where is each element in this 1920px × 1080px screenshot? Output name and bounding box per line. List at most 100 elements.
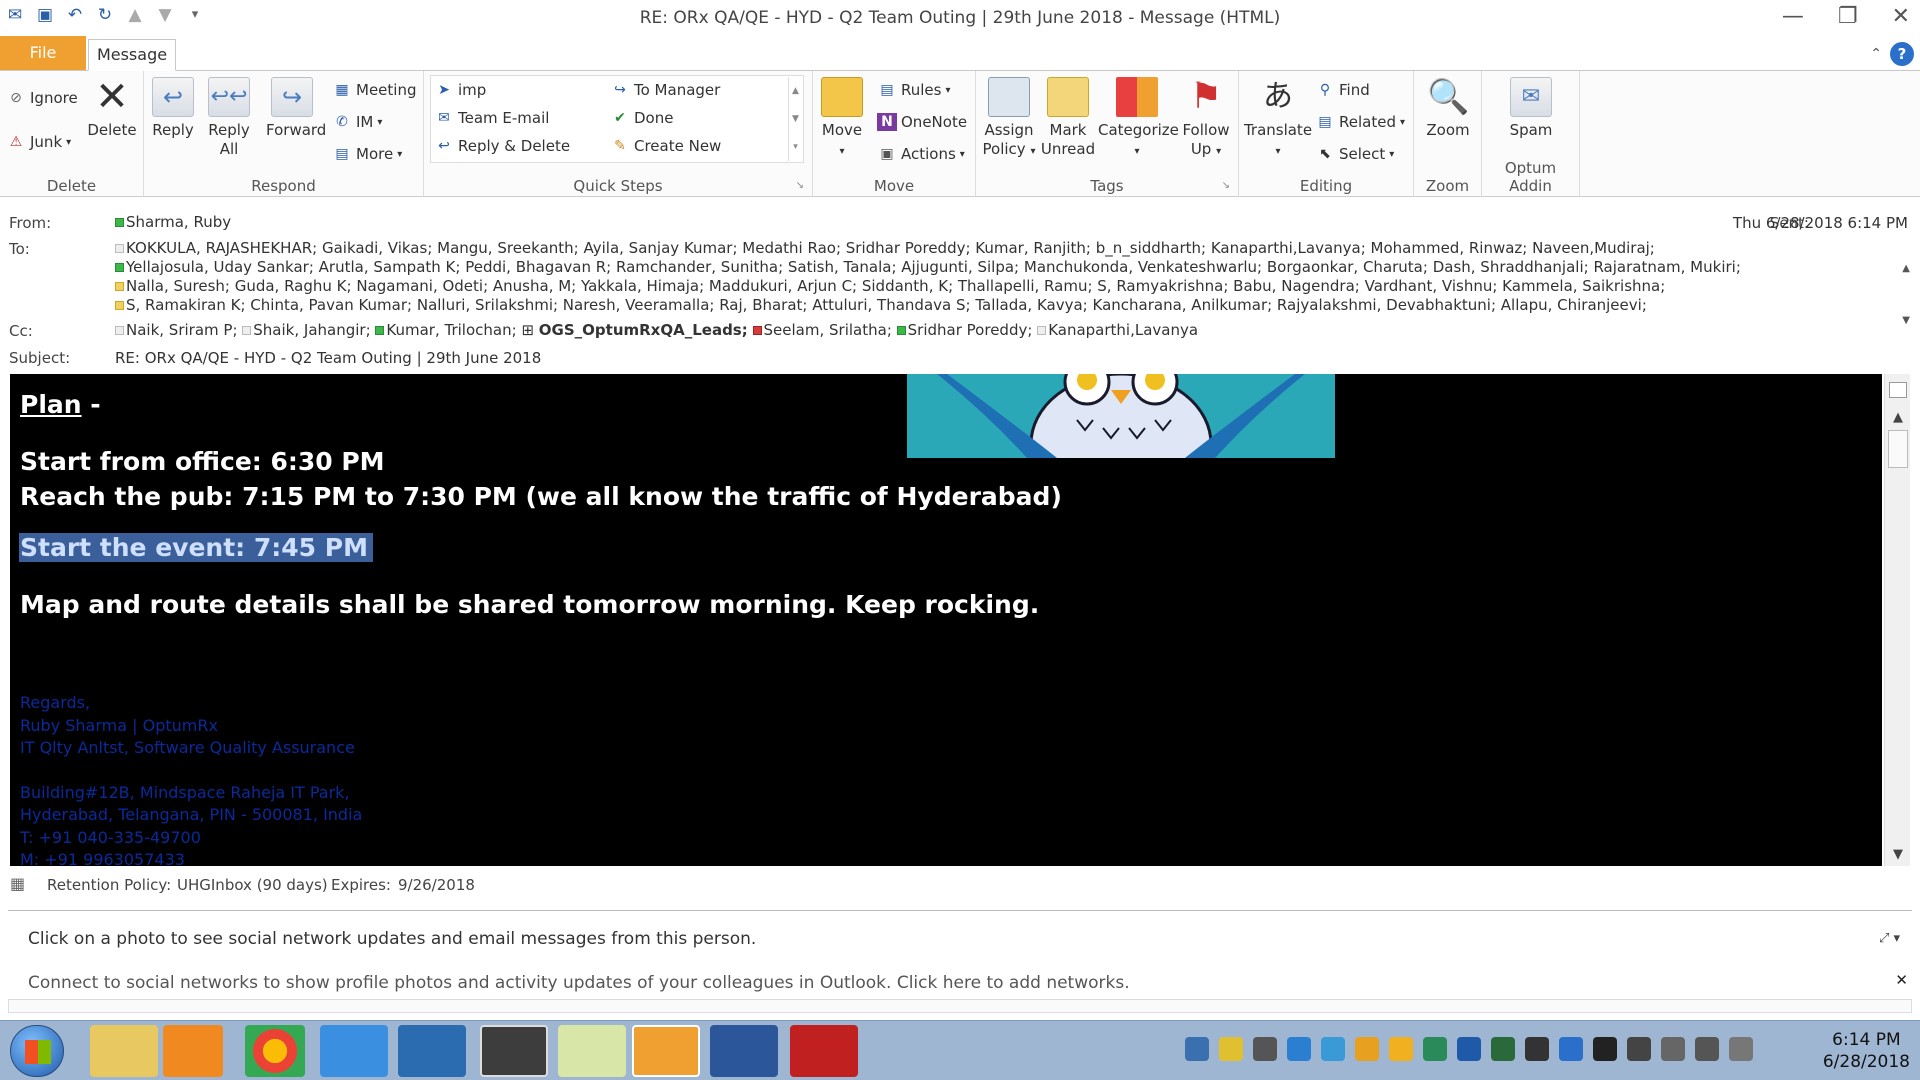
- related-button[interactable]: ▤ Related ▾: [1315, 113, 1405, 131]
- chrome-taskbar-icon[interactable]: [245, 1025, 305, 1077]
- ignore-button[interactable]: ⊘ Ignore: [6, 89, 78, 107]
- to-scroll[interactable]: ▲ ▼: [1902, 243, 1910, 347]
- group-move-label: Move: [873, 177, 915, 195]
- tab-file[interactable]: File: [0, 36, 86, 70]
- message-body[interactable]: Plan - Start from office: 6:30 PM Reach …: [10, 374, 1882, 866]
- skype-taskbar-icon[interactable]: [398, 1025, 466, 1077]
- quickstep-reply-delete[interactable]: ↩ Reply & Delete: [434, 137, 570, 155]
- start-button[interactable]: [10, 1025, 64, 1077]
- expand-group-icon[interactable]: ⊞: [521, 321, 534, 339]
- from-sender-name: Sharma, Ruby: [126, 213, 232, 231]
- tray-icon[interactable]: [1457, 1037, 1481, 1061]
- quickstep-create-new[interactable]: ✎ Create New: [610, 137, 721, 155]
- find-binoculars-icon: ⚲: [1319, 82, 1331, 98]
- more-button[interactable]: ▤ More ▾: [332, 145, 402, 163]
- spam-icon: ✉: [1510, 77, 1552, 117]
- tray-icon[interactable]: [1559, 1037, 1583, 1061]
- quick-steps-scroll[interactable]: ▲ ▼ ▾: [788, 77, 802, 161]
- quickstep-done[interactable]: ✔ Done: [610, 109, 673, 127]
- taskbar-clock[interactable]: 6:14 PM 6/28/2018: [1823, 1029, 1910, 1073]
- onenote-button[interactable]: N OneNote: [877, 113, 967, 131]
- sticky-notes-taskbar-icon[interactable]: [558, 1025, 626, 1077]
- help-icon[interactable]: ?: [1890, 42, 1914, 66]
- tray-icon[interactable]: [1389, 1037, 1413, 1061]
- im-icon: ✆: [336, 114, 348, 130]
- tray-icon[interactable]: [1491, 1037, 1515, 1061]
- find-button[interactable]: ⚲ Find: [1315, 81, 1370, 99]
- close-notification-icon[interactable]: ✕: [1895, 971, 1908, 989]
- body-scrollbar[interactable]: ▲ ▼: [1884, 374, 1910, 866]
- tab-message[interactable]: Message: [88, 39, 176, 71]
- tags-launcher-icon[interactable]: ↘: [1222, 180, 1230, 191]
- word-taskbar-icon[interactable]: [710, 1025, 778, 1077]
- im-button[interactable]: ✆ IM ▾: [332, 113, 382, 131]
- internet-explorer-taskbar-icon[interactable]: [320, 1025, 388, 1077]
- tray-icon[interactable]: [1321, 1037, 1345, 1061]
- tray-icon[interactable]: [1627, 1037, 1651, 1061]
- zoom-button[interactable]: 🔍 Zoom: [1420, 75, 1476, 140]
- delete-button[interactable]: ✕ Delete: [86, 75, 138, 140]
- related-icon: ▤: [1318, 114, 1332, 130]
- presence-icon: [115, 218, 124, 227]
- meeting-icon: ▦: [335, 82, 349, 98]
- close-icon[interactable]: ✕: [1892, 4, 1910, 29]
- tray-icon[interactable]: [1287, 1037, 1311, 1061]
- paint-taskbar-icon[interactable]: [480, 1025, 548, 1077]
- forward-label: Forward: [266, 121, 327, 139]
- group-zoom-label: Zoom: [1425, 177, 1470, 195]
- actions-button[interactable]: ▣ Actions ▾: [877, 145, 964, 163]
- translate-button[interactable]: あ Translate ▾: [1243, 75, 1313, 161]
- junk-button[interactable]: ⚠ Junk ▾: [6, 133, 71, 151]
- from-sender[interactable]: Sharma, Ruby: [115, 213, 231, 231]
- reply-all-button[interactable]: ↩↩ Reply All: [208, 75, 250, 159]
- quick-steps-launcher-icon[interactable]: ↘: [796, 180, 804, 191]
- quickstep-team-email[interactable]: ✉ Team E-mail: [434, 109, 549, 127]
- tray-icon[interactable]: [1253, 1037, 1277, 1061]
- to-recipients[interactable]: KOKKULA, RAJASHEKHAR; Gaikadi, Vikas; Ma…: [115, 239, 1880, 315]
- categorize-button[interactable]: Categorize ▾: [1098, 75, 1179, 161]
- volume-icon[interactable]: [1661, 1037, 1685, 1061]
- scroll-up-icon[interactable]: ▲: [1885, 410, 1911, 425]
- cc-recipients[interactable]: Naik, Sriram P; Shaik, Jahangir; Kumar, …: [115, 321, 1880, 340]
- scroll-down-icon[interactable]: ▼: [1885, 847, 1911, 862]
- tray-icon[interactable]: [1355, 1037, 1379, 1061]
- mark-unread-button[interactable]: Mark Unread: [1040, 75, 1096, 159]
- retention-policy-label: Retention Policy:: [47, 876, 172, 894]
- follow-up-button[interactable]: ⚑ Follow Up ▾: [1180, 75, 1232, 161]
- collapse-ribbon-icon[interactable]: ⌃: [1870, 46, 1882, 62]
- quickstep-imp[interactable]: ➤ imp: [434, 81, 486, 99]
- media-player-taskbar-icon[interactable]: [163, 1025, 223, 1077]
- meeting-button[interactable]: ▦ Meeting: [332, 81, 416, 99]
- tray-icon[interactable]: [1593, 1037, 1617, 1061]
- restore-icon[interactable]: ❐: [1838, 4, 1858, 29]
- tray-icon[interactable]: [1219, 1037, 1243, 1061]
- reply-all-label-2: All: [219, 140, 239, 158]
- network-icon[interactable]: [1729, 1037, 1753, 1061]
- outlook-taskbar-icon[interactable]: [632, 1025, 700, 1077]
- reply-button[interactable]: ↩ Reply: [152, 75, 194, 140]
- explorer-taskbar-icon[interactable]: [90, 1025, 158, 1077]
- map-route-line: Map and route details shall be shared to…: [20, 590, 1040, 619]
- to-manager-icon: ↪: [614, 82, 626, 98]
- split-icon[interactable]: [1889, 382, 1907, 398]
- select-label: Select: [1339, 145, 1386, 163]
- scroll-thumb[interactable]: [1888, 430, 1908, 468]
- forward-button[interactable]: ↪ Forward: [266, 75, 326, 140]
- spam-button[interactable]: ✉ Spam: [1506, 75, 1556, 140]
- connect-networks-link[interactable]: Connect to social networks to show profi…: [28, 973, 1130, 993]
- tray-icon[interactable]: [1185, 1037, 1209, 1061]
- power-icon[interactable]: [1695, 1037, 1719, 1061]
- ignore-icon: ⊘: [10, 90, 22, 106]
- rules-button[interactable]: ▤ Rules ▾: [877, 81, 950, 99]
- app-taskbar-icon[interactable]: [790, 1025, 858, 1077]
- move-button[interactable]: Move ▾: [819, 75, 865, 161]
- assign-policy-button[interactable]: Assign Policy ▾: [982, 75, 1036, 161]
- expand-people-pane-icon[interactable]: ⤢ ▾: [1879, 931, 1900, 946]
- people-pane-scrollbar[interactable]: [8, 999, 1912, 1013]
- tray-icon[interactable]: [1525, 1037, 1549, 1061]
- minimize-icon[interactable]: —: [1782, 4, 1804, 29]
- group-zoom: 🔍 Zoom Zoom: [1414, 71, 1482, 197]
- quickstep-to-manager[interactable]: ↪ To Manager: [610, 81, 720, 99]
- select-button[interactable]: ⬉ Select ▾: [1315, 145, 1394, 163]
- tray-icon[interactable]: [1423, 1037, 1447, 1061]
